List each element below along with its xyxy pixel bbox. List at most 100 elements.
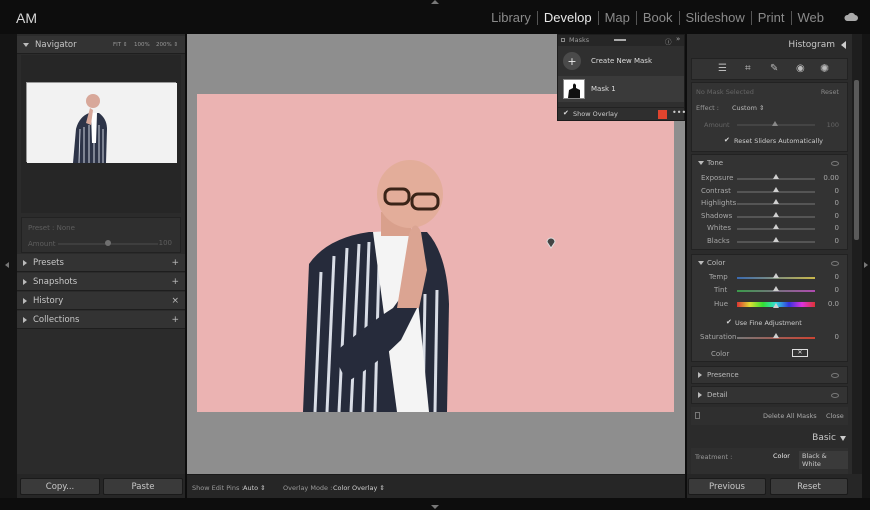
effect-select[interactable]: Custom ⇕ bbox=[732, 104, 764, 112]
saturation-value[interactable]: 0 bbox=[835, 333, 839, 341]
basic-header[interactable]: Basic bbox=[687, 430, 852, 446]
masking-icon[interactable]: ✺ bbox=[820, 62, 829, 75]
detail-section[interactable]: Detail bbox=[691, 386, 848, 404]
add-snapshot-icon[interactable]: + bbox=[171, 277, 179, 287]
add-collection-icon[interactable]: + bbox=[171, 315, 179, 325]
delete-all-masks-button[interactable]: Delete All Masks bbox=[763, 412, 817, 420]
left-edge bbox=[0, 34, 17, 498]
presets-header[interactable]: Presets + bbox=[17, 254, 185, 272]
snapshots-header[interactable]: Snapshots + bbox=[17, 273, 185, 291]
overlay-mode-select[interactable]: Color Overlay ⇕ bbox=[333, 484, 385, 492]
add-preset-icon[interactable]: + bbox=[171, 258, 179, 268]
temp-thumb[interactable] bbox=[773, 273, 779, 278]
navigator-header[interactable]: Navigator FIT ⇕ 100% 200% ⇕ bbox=[17, 36, 185, 54]
checkbox-icon[interactable] bbox=[561, 38, 565, 42]
contrast-value[interactable]: 0 bbox=[835, 187, 839, 195]
mask-reset-button[interactable]: Reset bbox=[821, 88, 839, 96]
drag-handle[interactable] bbox=[614, 39, 626, 41]
eye-icon[interactable] bbox=[831, 261, 839, 266]
paste-button[interactable]: Paste bbox=[103, 478, 183, 495]
navigator-title: Navigator bbox=[35, 39, 77, 50]
reset-button[interactable]: Reset bbox=[770, 478, 848, 495]
masks-titlebar[interactable]: Masks ⓘ » bbox=[558, 35, 684, 46]
highlights-value[interactable]: 0 bbox=[835, 199, 839, 207]
photo-with-overlay[interactable] bbox=[197, 94, 674, 413]
preset-amount-thumb[interactable] bbox=[105, 240, 111, 246]
module-web[interactable]: Web bbox=[790, 11, 831, 25]
eye-icon[interactable] bbox=[831, 393, 839, 398]
exposure-thumb[interactable] bbox=[773, 174, 779, 179]
presence-section[interactable]: Presence bbox=[691, 366, 848, 384]
more-options-icon[interactable]: ••• bbox=[672, 108, 686, 117]
module-print[interactable]: Print bbox=[750, 11, 791, 25]
module-book[interactable]: Book bbox=[635, 11, 679, 25]
module-library[interactable]: Library bbox=[485, 11, 537, 25]
collapse-color-icon[interactable] bbox=[698, 261, 704, 265]
shadows-value[interactable]: 0 bbox=[835, 212, 839, 220]
create-mask-icon[interactable]: + bbox=[563, 52, 581, 70]
copy-button[interactable]: Copy... bbox=[20, 478, 100, 495]
edit-pins-select[interactable]: Auto ⇕ bbox=[243, 484, 266, 492]
toggle-icon[interactable] bbox=[695, 412, 700, 419]
preset-amount-track[interactable] bbox=[58, 240, 158, 246]
zoom-100[interactable]: 100% bbox=[134, 42, 150, 48]
overlay-color-swatch[interactable] bbox=[658, 110, 667, 119]
collapse-panel-icon[interactable]: » bbox=[676, 35, 680, 43]
hue-value[interactable]: 0.0 bbox=[828, 300, 839, 308]
left-panel-toggle-icon[interactable] bbox=[5, 262, 9, 268]
eye-icon[interactable] bbox=[831, 161, 839, 166]
module-map[interactable]: Map bbox=[597, 11, 636, 25]
whites-value[interactable]: 0 bbox=[835, 224, 839, 232]
exposure-value[interactable]: 0.00 bbox=[823, 174, 839, 182]
crop-icon[interactable]: ⌗ bbox=[745, 63, 751, 74]
previous-button[interactable]: Previous bbox=[688, 478, 766, 495]
filmstrip-toggle-icon[interactable] bbox=[431, 505, 439, 509]
right-panel-toggle-icon[interactable] bbox=[864, 262, 868, 268]
help-icon[interactable]: ⓘ bbox=[665, 36, 672, 46]
cloud-icon[interactable] bbox=[844, 12, 858, 22]
expand-presence-icon[interactable] bbox=[698, 372, 702, 378]
collapse-tone-icon[interactable] bbox=[698, 161, 704, 165]
hue-thumb[interactable] bbox=[773, 303, 779, 308]
shadows-thumb[interactable] bbox=[773, 212, 779, 217]
fine-adjust-checkbox[interactable]: ✔ bbox=[726, 318, 732, 326]
edit-sliders-icon[interactable]: ☰ bbox=[718, 63, 727, 74]
portrait-image bbox=[197, 94, 674, 413]
histogram-header[interactable]: Histogram bbox=[687, 34, 852, 54]
module-slideshow[interactable]: Slideshow bbox=[678, 11, 751, 25]
top-panel-toggle-icon[interactable] bbox=[431, 0, 439, 4]
eye-icon[interactable] bbox=[831, 373, 839, 378]
red-eye-icon[interactable]: ◉ bbox=[796, 63, 805, 74]
blacks-value[interactable]: 0 bbox=[835, 237, 839, 245]
show-overlay-checkbox[interactable]: ✔ bbox=[563, 109, 569, 117]
whites-thumb[interactable] bbox=[773, 224, 779, 229]
contrast-thumb[interactable] bbox=[773, 187, 779, 192]
right-scrollbar-thumb[interactable] bbox=[854, 80, 859, 240]
mask-1-row[interactable]: Mask 1 bbox=[558, 76, 684, 102]
temp-value[interactable]: 0 bbox=[835, 273, 839, 281]
module-develop[interactable]: Develop bbox=[536, 11, 598, 25]
collapse-basic-icon[interactable] bbox=[840, 436, 846, 441]
treatment-bw[interactable]: Black & White bbox=[799, 451, 848, 469]
navigator-preview[interactable] bbox=[26, 82, 177, 164]
blacks-thumb[interactable] bbox=[773, 237, 779, 242]
zoom-fit[interactable]: FIT ⇕ bbox=[113, 42, 128, 48]
create-mask-label[interactable]: Create New Mask bbox=[591, 57, 652, 65]
zoom-200[interactable]: 200% ⇕ bbox=[156, 42, 178, 48]
color-swatch[interactable]: ✕ bbox=[792, 349, 808, 357]
saturation-thumb[interactable] bbox=[773, 333, 779, 338]
identity-plate: AM bbox=[16, 10, 37, 26]
clear-history-icon[interactable]: × bbox=[171, 296, 179, 306]
tint-value[interactable]: 0 bbox=[835, 286, 839, 294]
close-masks-button[interactable]: Close bbox=[826, 412, 844, 420]
expand-histogram-icon[interactable] bbox=[841, 41, 846, 49]
tint-thumb[interactable] bbox=[773, 286, 779, 291]
healing-icon[interactable]: ✎ bbox=[770, 63, 778, 74]
reset-sliders-checkbox[interactable]: ✔ bbox=[724, 136, 730, 144]
history-header[interactable]: History × bbox=[17, 292, 185, 310]
mask-amount-thumb[interactable] bbox=[772, 121, 778, 126]
collections-header[interactable]: Collections + bbox=[17, 311, 185, 329]
treatment-color[interactable]: Color bbox=[770, 451, 793, 461]
highlights-thumb[interactable] bbox=[773, 199, 779, 204]
expand-detail-icon[interactable] bbox=[698, 392, 702, 398]
